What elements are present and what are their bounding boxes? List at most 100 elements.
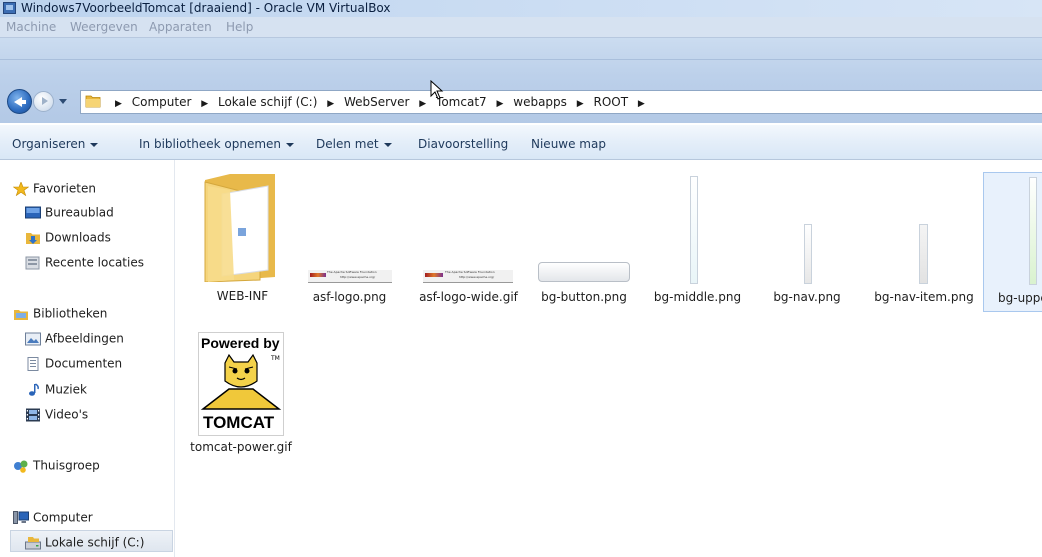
nav-recent-places[interactable]: Recente locaties: [25, 255, 144, 270]
command-bar: Organiseren In bibliotheek opnemen Delen…: [0, 124, 1042, 160]
chevron-down-icon: [286, 142, 295, 147]
file-label: bg-uppe: [998, 291, 1042, 305]
file-item-web-inf[interactable]: WEB-INF: [195, 172, 290, 307]
breadcrumb-computer[interactable]: Computer: [132, 95, 192, 109]
homegroup-icon: [14, 460, 28, 473]
breadcrumb-separator-icon[interactable]: ▶: [577, 99, 584, 109]
feather-logo-icon: [425, 273, 443, 277]
breadcrumb-separator-icon[interactable]: ▶: [419, 99, 426, 109]
computer-icon: [13, 510, 29, 524]
thumbnail: [804, 224, 812, 284]
nav-local-disk[interactable]: Lokale schijf (C:): [25, 535, 144, 550]
nav-recent-places-label: Recente locaties: [45, 255, 144, 270]
file-item-tomcat-power[interactable]: Powered by TM TOMCAT tomcat-power.gif: [190, 328, 292, 458]
file-item-bg-nav[interactable]: bg-nav.png: [762, 224, 852, 310]
star-icon: [13, 181, 29, 196]
include-label: In bibliotheek opnemen: [139, 137, 282, 151]
thumbnail: The Apache Software Foundation http://ww…: [308, 270, 392, 283]
thumbnail-text: The Apache Software Foundation: [445, 270, 495, 274]
nav-homegroup[interactable]: Thuisgroep: [13, 458, 100, 473]
file-label: bg-middle.png: [653, 290, 742, 304]
file-item-asf-logo[interactable]: The Apache Software Foundation http://ww…: [302, 270, 397, 310]
pictures-icon: [25, 332, 41, 345]
recent-places-icon: [25, 256, 40, 269]
nav-pictures-label: Afbeeldingen: [45, 331, 124, 346]
nav-computer-label: Computer: [33, 510, 93, 525]
drive-icon: [25, 536, 41, 549]
back-button[interactable]: [7, 89, 32, 114]
vbox-menubar: Machine Weergeven Apparaten Help: [0, 17, 1042, 38]
nav-downloads-label: Downloads: [45, 230, 111, 245]
downloads-folder-icon: [26, 232, 40, 244]
tomcat-text: TOMCAT: [203, 413, 275, 432]
libraries-icon: [14, 309, 28, 320]
nav-favorites-label: Favorieten: [33, 181, 96, 196]
file-label: asf-logo.png: [312, 290, 387, 304]
breadcrumb-separator-icon[interactable]: ▶: [497, 99, 504, 109]
slideshow-button[interactable]: Diavoorstelling: [418, 137, 508, 151]
thumbnail: [538, 262, 630, 282]
breadcrumb-separator-icon[interactable]: ▶: [201, 99, 208, 109]
vbox-menu-devices[interactable]: Apparaten: [149, 20, 212, 34]
tomcat-cat-icon: [200, 353, 282, 410]
organize-label: Organiseren: [12, 137, 86, 151]
breadcrumb: ▶ Computer ▶ Lokale schijf (C:) ▶ WebSer…: [109, 95, 651, 109]
folder-icon: [85, 95, 101, 108]
documents-icon: [27, 356, 39, 371]
nav-libraries[interactable]: Bibliotheken: [13, 306, 107, 321]
thumbnail-url: http://www.apache.org/: [459, 275, 495, 279]
thumbnail: [1029, 177, 1037, 285]
vbox-menu-view[interactable]: Weergeven: [70, 20, 138, 34]
thumbnail: [690, 176, 698, 284]
nav-desktop[interactable]: Bureaublad: [25, 205, 114, 220]
nav-videos[interactable]: Video's: [25, 407, 88, 422]
thumbnail: Powered by TM TOMCAT: [198, 332, 284, 436]
nav-favorites[interactable]: Favorieten: [13, 181, 96, 196]
nav-music-label: Muziek: [45, 382, 87, 397]
breadcrumb-webserver[interactable]: WebServer: [344, 95, 410, 109]
breadcrumb-separator-icon[interactable]: ▶: [115, 99, 122, 109]
new-folder-button[interactable]: Nieuwe map: [531, 137, 606, 151]
thumbnail: The Apache Software Foundation http://ww…: [423, 270, 513, 283]
folder-icon: [204, 174, 275, 282]
breadcrumb-webapps[interactable]: webapps: [513, 95, 567, 109]
file-label: WEB-INF: [216, 289, 269, 303]
file-item-asf-logo-wide[interactable]: The Apache Software Foundation http://ww…: [416, 270, 521, 310]
nav-videos-label: Video's: [45, 407, 89, 422]
breadcrumb-separator-icon[interactable]: ▶: [327, 99, 334, 109]
mouse-cursor-icon: [430, 80, 444, 100]
share-label: Delen met: [316, 137, 379, 151]
file-label: bg-nav-item.png: [874, 290, 974, 304]
nav-pictures[interactable]: Afbeeldingen: [25, 331, 124, 346]
nav-downloads[interactable]: Downloads: [25, 230, 111, 245]
file-item-bg-nav-item[interactable]: bg-nav-item.png: [874, 224, 974, 310]
file-item-bg-upper[interactable]: bg-uppe: [983, 172, 1042, 312]
file-label: bg-nav.png: [773, 290, 841, 304]
frame-divider: [0, 59, 1042, 60]
vbox-window-title: Windows7VoorbeeldTomcat [draaiend] - Ora…: [21, 1, 391, 15]
nav-libraries-label: Bibliotheken: [33, 306, 108, 321]
breadcrumb-local-disk[interactable]: Lokale schijf (C:): [218, 95, 317, 109]
music-note-icon: [29, 382, 39, 396]
film-icon: [26, 408, 40, 421]
nav-music[interactable]: Muziek: [25, 382, 87, 397]
file-item-bg-button[interactable]: bg-button.png: [536, 262, 632, 310]
organize-button[interactable]: Organiseren: [12, 137, 99, 151]
breadcrumb-separator-icon[interactable]: ▶: [638, 99, 645, 109]
breadcrumb-root[interactable]: ROOT: [593, 95, 628, 109]
vbox-title-bar: Windows7VoorbeeldTomcat [draaiend] - Ora…: [0, 0, 1042, 17]
include-in-library-button[interactable]: In bibliotheek opnemen: [139, 137, 295, 151]
feather-logo-icon: [310, 273, 326, 277]
file-label: tomcat-power.gif: [190, 440, 292, 454]
address-bar[interactable]: ▶ Computer ▶ Lokale schijf (C:) ▶ WebSer…: [80, 90, 1042, 114]
vbox-menu-machine[interactable]: Machine: [6, 20, 56, 34]
desktop-icon: [25, 206, 41, 218]
nav-computer[interactable]: Computer: [13, 510, 93, 525]
nav-documents[interactable]: Documenten: [25, 356, 122, 371]
share-with-button[interactable]: Delen met: [316, 137, 392, 151]
recent-pages-dropdown[interactable]: [59, 99, 67, 104]
forward-button[interactable]: [33, 91, 54, 112]
vbox-menu-help[interactable]: Help: [226, 20, 253, 34]
file-list-view: [175, 160, 1042, 557]
file-item-bg-middle[interactable]: bg-middle.png: [650, 176, 745, 310]
